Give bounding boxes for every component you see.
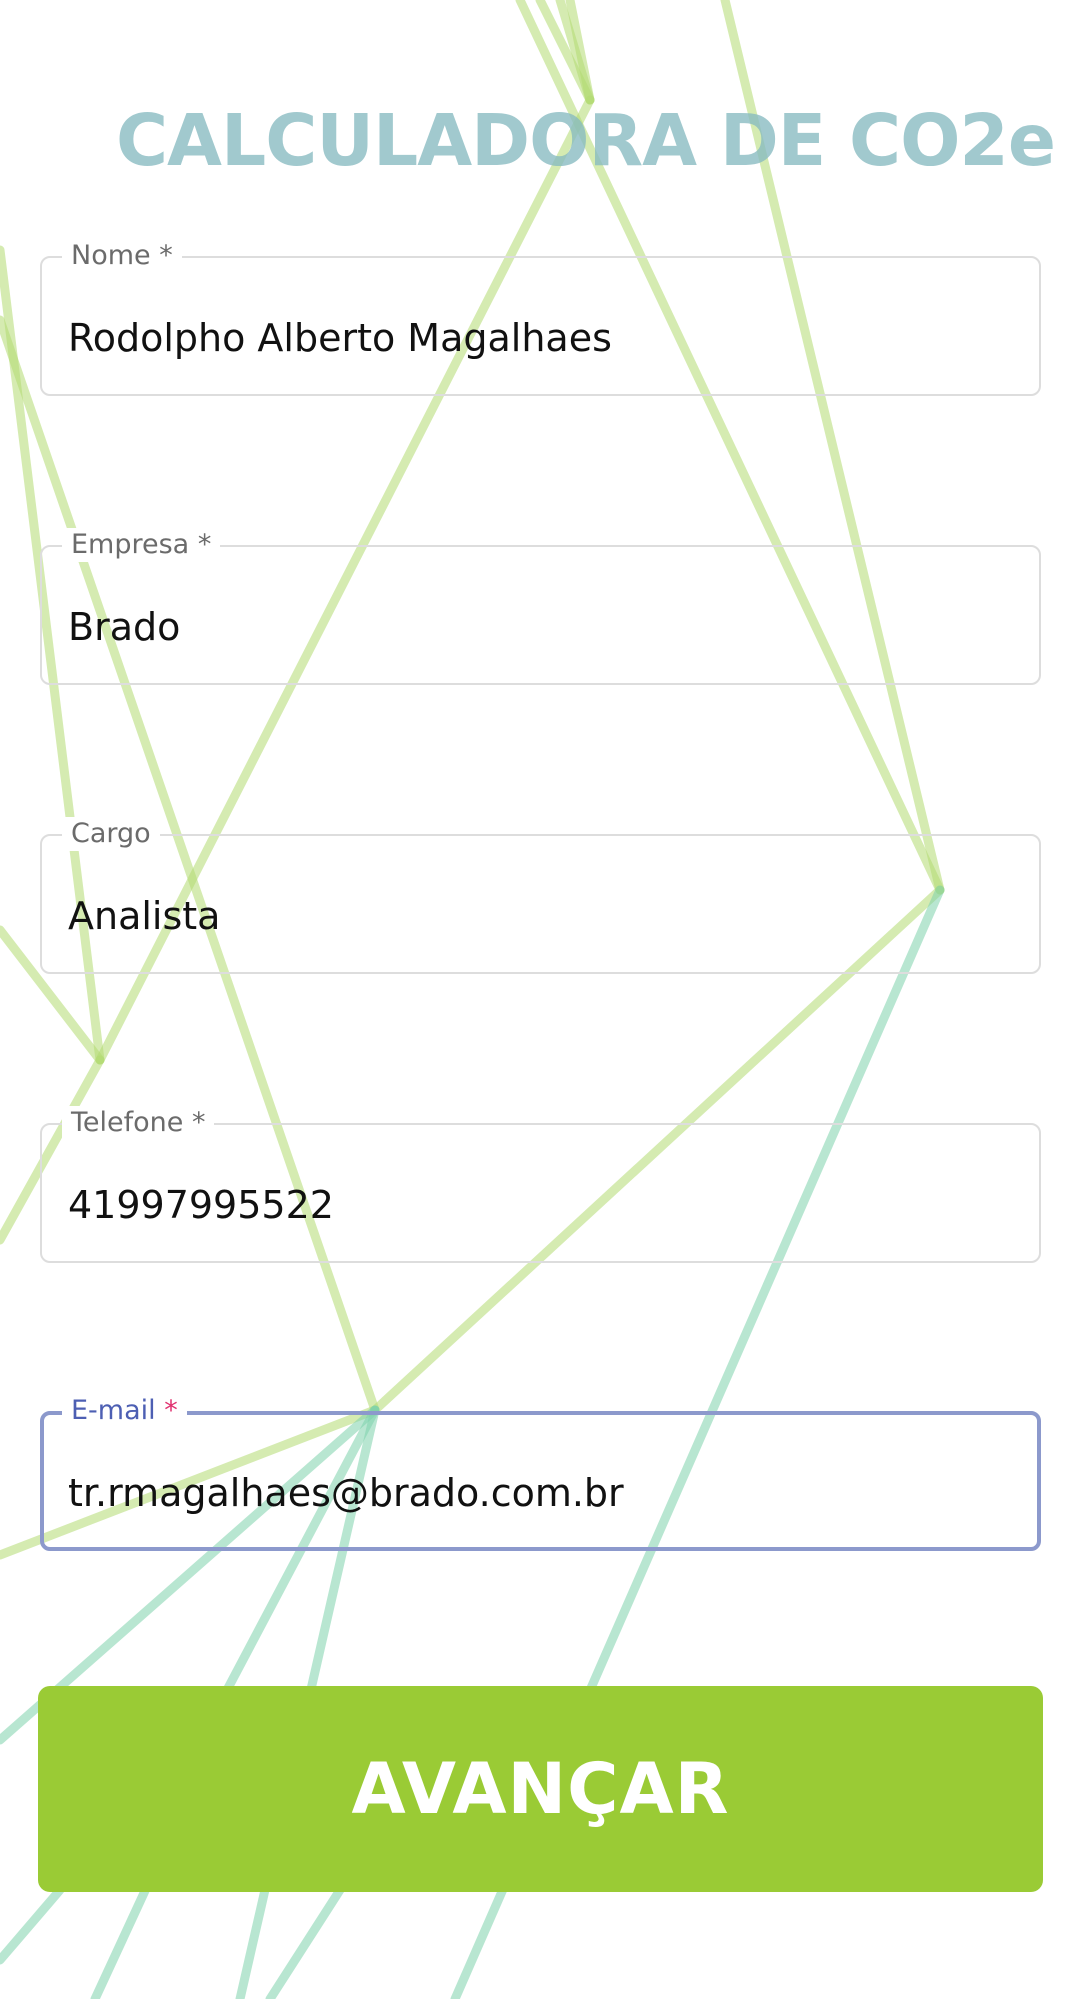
phone-input[interactable] — [68, 1181, 1015, 1229]
role-input[interactable] — [68, 892, 1015, 940]
role-label: Cargo — [62, 817, 160, 851]
email-input[interactable] — [68, 1469, 1013, 1517]
name-label: Nome * — [62, 239, 182, 273]
name-input[interactable] — [68, 314, 1015, 362]
required-asterisk: * — [155, 1395, 178, 1426]
page-title: CALCULADORA DE CO2e — [115, 99, 1056, 182]
phone-field[interactable]: Telefone * — [40, 1106, 1041, 1263]
advance-button[interactable]: AVANÇAR — [38, 1686, 1043, 1892]
email-label: E-mail * — [62, 1394, 187, 1428]
email-field[interactable]: E-mail * — [40, 1394, 1041, 1551]
company-field[interactable]: Empresa * — [40, 528, 1041, 685]
company-label: Empresa * — [62, 528, 221, 562]
name-field[interactable]: Nome * — [40, 239, 1041, 396]
phone-label: Telefone * — [62, 1106, 215, 1140]
company-input[interactable] — [68, 603, 1015, 651]
role-field[interactable]: Cargo — [40, 817, 1041, 974]
